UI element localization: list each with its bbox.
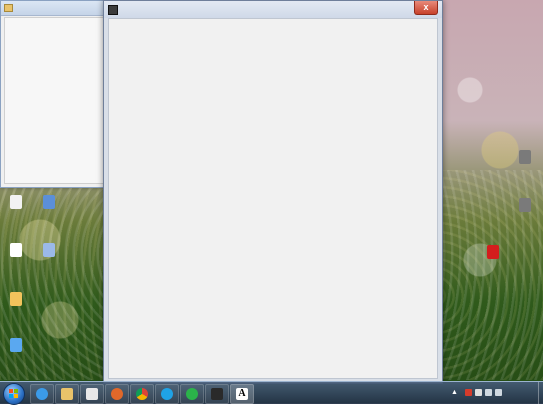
taskbar-media-player[interactable]	[80, 384, 104, 404]
skype-icon	[161, 388, 173, 400]
left-window[interactable]	[0, 0, 109, 188]
tray-volume-icon[interactable]	[495, 389, 502, 396]
taskbar-internet-explorer[interactable]	[30, 384, 54, 404]
app-icon	[519, 150, 531, 164]
main-window[interactable]: x	[103, 0, 443, 384]
folder-icon	[4, 4, 13, 12]
show-desktop-button[interactable]	[538, 382, 543, 404]
desktop-icon-app-2[interactable]	[512, 198, 538, 213]
desktop-icon-shortcut[interactable]	[36, 243, 62, 258]
close-button[interactable]: x	[414, 1, 438, 15]
internet-explorer-icon	[36, 388, 48, 400]
media-player-icon	[86, 388, 98, 400]
taskbar-file-explorer[interactable]	[55, 384, 79, 404]
font-icon: A	[236, 388, 248, 400]
tray-flag-icon[interactable]	[475, 389, 482, 396]
tray-red-icon[interactable]	[465, 389, 472, 396]
folder-icon	[10, 292, 22, 306]
file-icon	[10, 243, 22, 257]
desktop-icon-app-1[interactable]	[512, 150, 538, 165]
system-tray: ▲	[443, 382, 543, 404]
file-explorer-icon	[61, 388, 73, 400]
desktop-icon-red-app[interactable]	[480, 245, 506, 260]
taskbar-green-app[interactable]	[180, 384, 204, 404]
taskbar-font-app[interactable]: A	[230, 384, 254, 404]
terminal-icon	[211, 388, 223, 400]
taskbar: A ▲	[0, 381, 543, 405]
red-app-icon	[487, 245, 499, 259]
taskbar-terminal[interactable]	[205, 384, 229, 404]
taskbar-chrome[interactable]	[130, 384, 154, 404]
main-window-titlebar[interactable]	[104, 1, 442, 18]
desktop-icon-file[interactable]	[3, 243, 29, 258]
start-button[interactable]	[3, 383, 25, 405]
left-window-titlebar[interactable]	[1, 1, 108, 16]
show-hidden-icons-arrow[interactable]: ▲	[451, 389, 458, 396]
left-window-content	[4, 17, 105, 184]
document-icon	[10, 195, 22, 209]
taskbar-firefox[interactable]	[105, 384, 129, 404]
firefox-icon	[111, 388, 123, 400]
desktop-icon-document[interactable]	[3, 195, 29, 210]
computer-icon	[43, 195, 55, 209]
terminal-app-icon	[108, 4, 118, 15]
main-window-content[interactable]	[108, 18, 438, 379]
desktop-icon-computer[interactable]	[36, 195, 62, 210]
desktop-icon-settings[interactable]	[3, 338, 29, 353]
chrome-icon	[136, 388, 148, 400]
taskbar-skype[interactable]	[155, 384, 179, 404]
settings-icon	[10, 338, 22, 352]
shortcut-icon	[43, 243, 55, 257]
desktop-icon-folder[interactable]	[3, 292, 29, 307]
app-icon	[519, 198, 531, 212]
tray-network-icon[interactable]	[485, 389, 492, 396]
green-app-icon	[186, 388, 198, 400]
